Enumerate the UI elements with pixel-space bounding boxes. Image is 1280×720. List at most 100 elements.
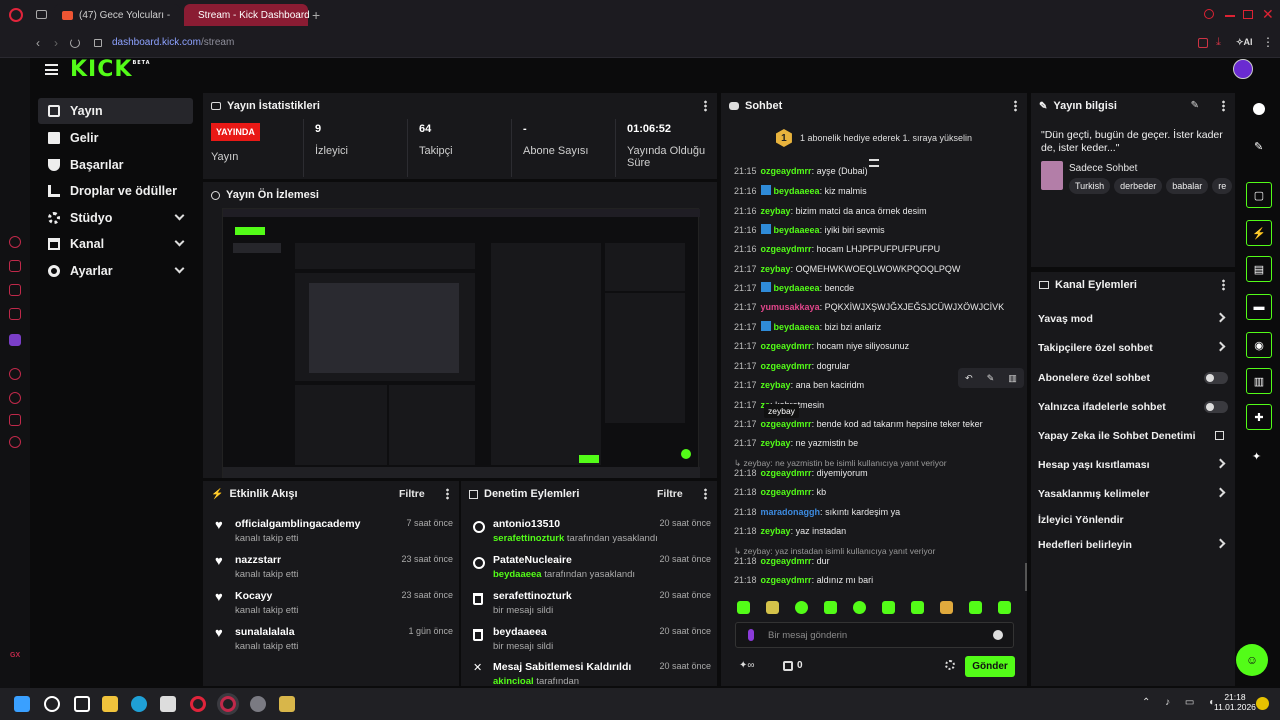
forward-icon[interactable]: › [54, 36, 58, 50]
community-icon[interactable]: ✦∞ [739, 660, 755, 671]
more-options-icon[interactable] [1222, 279, 1225, 291]
nav-item-gelir[interactable]: Gelir [38, 125, 193, 151]
moderator-name[interactable]: akincioal [493, 676, 534, 686]
chat-message[interactable]: 21:16 zeybay: bizim matci da anca örnek d… [734, 204, 927, 218]
emote-icon[interactable] [737, 601, 750, 614]
tab-kick-dashboard[interactable]: Stream - Kick Dashboard [184, 4, 310, 26]
microphone-icon[interactable] [748, 629, 754, 641]
scan-icon[interactable]: ▢ [1246, 182, 1272, 208]
chat-username[interactable]: ozgeaydmrr [761, 468, 812, 478]
item-name[interactable]: PatateNucleaire [493, 554, 572, 566]
emote-icon[interactable] [882, 601, 895, 614]
chat-username[interactable]: zeybay [761, 264, 791, 274]
chat-username[interactable]: zeybay [761, 380, 791, 390]
document-icon[interactable]: ▤ [1246, 256, 1272, 282]
pin-icon[interactable]: ✎ [987, 373, 995, 384]
emote-icon[interactable] [824, 601, 837, 614]
item-name[interactable]: Kocayy [235, 590, 272, 602]
opera-icon[interactable] [190, 696, 206, 712]
opera-logo-icon[interactable] [9, 8, 23, 22]
layout-icon[interactable]: ▥ [1246, 368, 1272, 394]
messenger-icon[interactable] [9, 308, 21, 320]
chat-message[interactable]: 21:17 ozgeaydmrr: hocam niye siliyosunuz [734, 339, 909, 353]
edit-icon[interactable]: ✎ [1191, 100, 1199, 111]
emote-icon[interactable] [998, 601, 1011, 614]
chat-message[interactable]: 21:18 ozgeaydmrr: dur [734, 554, 830, 568]
tag[interactable]: Turkish [1069, 178, 1111, 194]
emote-icon[interactable] [969, 601, 982, 614]
category-name[interactable]: Sadece Sohbet [1069, 163, 1137, 174]
action-ai-moderation[interactable]: Yapay Zeka ile Sohbet Denetimi [1038, 426, 1228, 446]
chat-username[interactable]: ozgeaydmrr [761, 341, 812, 351]
chat-username[interactable]: ozgeaydmrr [761, 166, 812, 176]
moderator-name[interactable]: beydaaeea [493, 569, 542, 580]
chat-message[interactable]: 21:16 beydaaeea: kiz malmis [734, 184, 867, 198]
toggle-switch[interactable] [1204, 372, 1228, 384]
notification-icon[interactable] [1256, 697, 1269, 710]
item-name[interactable]: officialgamblingacademy [235, 518, 360, 530]
more-options-icon[interactable] [1014, 100, 1017, 112]
chat-username[interactable]: ozgeaydmrr [761, 556, 812, 566]
action-banned-words[interactable]: Yasaklanmış kelimeler [1038, 484, 1228, 504]
chat-message[interactable]: 21:17 beydaaeea: bizi bzi anlariz [734, 320, 881, 334]
new-tab-button[interactable]: + [312, 7, 320, 23]
chat-username[interactable]: ozgeaydmrr [761, 244, 812, 254]
lightning-icon[interactable]: ⚡ [1246, 220, 1272, 246]
wallet-icon[interactable] [9, 260, 21, 272]
close-icon[interactable]: ✕ [1262, 6, 1274, 23]
bag-icon[interactable] [1198, 38, 1208, 48]
aria-icon[interactable] [9, 236, 21, 248]
search-icon[interactable] [1204, 9, 1214, 19]
url-field[interactable]: dashboard.kick.com/stream [112, 37, 234, 48]
item-name[interactable]: serafettinozturk [493, 590, 572, 602]
chat-message[interactable]: 21:18 ozgeaydmrr: diyemiyorum [734, 466, 868, 480]
tools-icon[interactable]: ✚ [1246, 404, 1272, 430]
action-followers-only[interactable]: Takipçilere özel sohbet [1038, 338, 1228, 358]
gift-leaderboard-banner[interactable]: 1 1 abonelik hediye ederek 1. sıraya yük… [721, 121, 1027, 155]
discord-icon[interactable] [250, 696, 266, 712]
filter-button[interactable]: Filtre [657, 488, 683, 500]
tab-youtube[interactable]: (47) Gece Yolcuları - Ü [54, 4, 180, 26]
chat-message[interactable]: 21:18 maradonaggh: sıkıntı kardeşim ya [734, 505, 900, 519]
emote-icon[interactable] [766, 601, 779, 614]
pinboard-icon[interactable] [9, 284, 21, 296]
more-options-icon[interactable] [704, 100, 707, 112]
history-icon[interactable] [9, 392, 21, 404]
more-options-icon[interactable] [704, 488, 707, 500]
pencil-icon[interactable]: ✎ [1254, 140, 1263, 153]
windows-start-icon[interactable] [14, 696, 30, 712]
stream-preview-video[interactable] [222, 208, 700, 478]
twitch-icon[interactable] [9, 334, 21, 346]
chat-username[interactable]: beydaaeea [774, 322, 820, 332]
tag[interactable]: babalar [1166, 178, 1209, 194]
store-icon[interactable] [160, 696, 176, 712]
collapse-icon[interactable] [869, 159, 879, 167]
chat-username[interactable]: zeybay [761, 526, 791, 536]
action-emotes-only[interactable]: Yalnızca ifadelerle sohbet [1038, 397, 1228, 417]
hamburger-menu-icon[interactable] [45, 64, 58, 75]
nav-item-droplar[interactable]: Droplar ve ödüller [38, 178, 193, 204]
toggle-switch[interactable] [1204, 401, 1228, 413]
user-avatar[interactable] [1233, 59, 1253, 79]
nav-item-studyo[interactable]: Stüdyo [38, 205, 193, 231]
emote-icon[interactable] [911, 601, 924, 614]
chat-username[interactable]: beydaaeea [774, 225, 820, 235]
nav-item-yayin[interactable]: Yayın [38, 98, 193, 124]
chat-message[interactable]: 21:18 zeybay: yaz instadan [734, 524, 846, 538]
item-name[interactable]: sunalalalala [235, 626, 295, 638]
more-options-icon[interactable] [1222, 100, 1225, 112]
community-icon[interactable]: ✦ [1252, 450, 1261, 463]
file-explorer-icon[interactable] [102, 696, 118, 712]
chat-username[interactable]: ozgeaydmrr [761, 575, 812, 585]
chat-message[interactable]: 21:16 beydaaeea: iyiki biri sevmis [734, 223, 885, 237]
app-icon[interactable] [279, 696, 295, 712]
chat-scrollbar[interactable] [1025, 563, 1027, 591]
player-icon[interactable] [9, 368, 21, 380]
chat-message[interactable]: 21:17 ozgeaydmrr: bende kod ad takarım he… [734, 417, 983, 431]
moderator-name[interactable]: serafettinozturk [493, 533, 564, 544]
more-options-icon[interactable] [446, 488, 449, 500]
trash-icon[interactable]: ▥ [1008, 373, 1017, 384]
action-host-viewers[interactable]: İzleyici Yönlendir [1038, 510, 1228, 530]
chat-username[interactable]: yumusakkaya [761, 302, 820, 312]
chat-username[interactable]: ozgeaydmrr [761, 361, 812, 371]
